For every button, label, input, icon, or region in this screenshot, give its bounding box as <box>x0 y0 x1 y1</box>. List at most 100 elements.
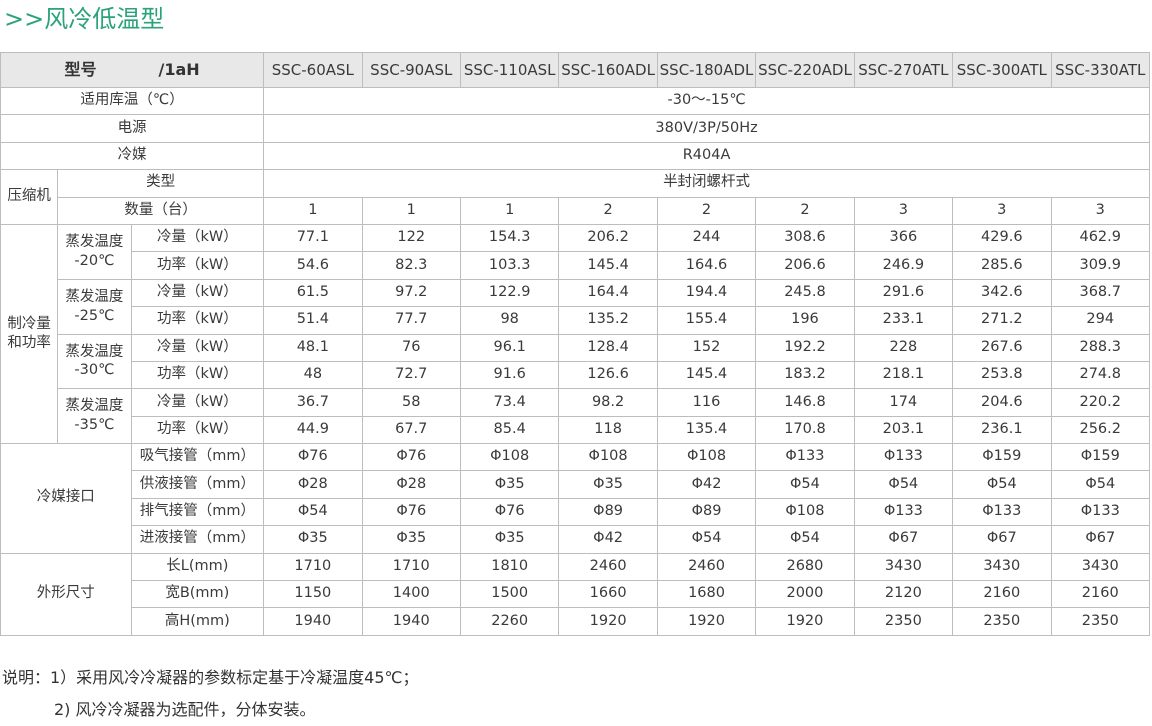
table-cell: 103.3 <box>459 251 560 280</box>
table-cell: 3430 <box>952 552 1052 582</box>
model-name: SSC-90ASL <box>361 52 461 88</box>
group-label-compressor: 压缩机 <box>0 169 59 225</box>
model-name: SSC-220ADL <box>755 52 855 88</box>
spec-table: 型号/1aH SSC-60ASL SSC-90ASL SSC-110ASL SS… <box>0 52 1150 636</box>
table-cell: Φ54 <box>656 525 757 554</box>
table-cell: 203.1 <box>853 415 954 445</box>
capacity-cool-row: 蒸发温度 -25℃ 冷量（kW） 61.5 97.2 122.9 164.4 19… <box>1 278 1150 335</box>
row-label: 类型 <box>57 169 265 198</box>
table-cell: 233.1 <box>853 306 954 335</box>
row-label: 排气接管（mm） <box>130 497 265 527</box>
capacity-power-row: 功率（kW） 51.4 77.7 98 135.2 155.4 196 233.… <box>1 306 1150 335</box>
table-cell: Φ76 <box>361 497 461 527</box>
group-label-capacity: 制冷量和功率 <box>0 223 59 445</box>
model-name: SSC-180ADL <box>656 52 757 88</box>
model-name: SSC-160ADL <box>558 52 658 88</box>
table-cell: 3 <box>853 196 954 225</box>
table-cell: Φ133 <box>853 497 954 527</box>
table-cell: Φ133 <box>1050 497 1150 527</box>
table-cell: 2160 <box>952 580 1052 609</box>
table-cell: Φ133 <box>755 443 855 472</box>
table-cell: 196 <box>755 306 855 335</box>
row-label: 功率（kW） <box>130 360 265 390</box>
table-cell: 194.4 <box>656 278 757 308</box>
table-cell: 146.8 <box>755 388 855 417</box>
table-cell: Φ67 <box>853 525 954 554</box>
model-header-cell: 型号/1aH <box>0 52 265 88</box>
row-label: 长L(mm) <box>130 552 265 582</box>
table-cell: 2 <box>755 196 855 225</box>
table-cell: 135.2 <box>558 306 658 335</box>
table-cell: 308.6 <box>755 223 855 253</box>
table-cell: 164.6 <box>656 251 757 280</box>
table-cell: 76 <box>361 333 461 362</box>
table-cell: 244 <box>656 223 757 253</box>
table-cell: 122 <box>361 223 461 253</box>
table-cell: 36.7 <box>263 388 363 417</box>
table-cell: 152 <box>656 333 757 362</box>
table-cell: Φ67 <box>1050 525 1150 554</box>
table-cell: 135.4 <box>656 415 757 445</box>
table-cell: Φ54 <box>755 525 855 554</box>
evap-temp-line1: 蒸发温度 <box>65 234 124 250</box>
table-cell: 96.1 <box>459 333 560 362</box>
table-cell: 170.8 <box>755 415 855 445</box>
row-label: 宽B(mm) <box>130 580 265 609</box>
table-cell: 3430 <box>1050 552 1150 582</box>
table-cell: 246.9 <box>853 251 954 280</box>
table-cell: Φ42 <box>558 525 658 554</box>
table-cell: Φ54 <box>853 470 954 499</box>
table-cell: Φ54 <box>755 470 855 499</box>
table-cell: 77.1 <box>263 223 363 253</box>
table-cell: 1710 <box>361 552 461 582</box>
model-name: SSC-330ATL <box>1050 52 1150 88</box>
row-label: 高H(mm) <box>130 607 265 636</box>
table-cell: 2350 <box>952 607 1052 636</box>
model-name: SSC-270ATL <box>853 52 954 88</box>
table-cell: Φ89 <box>656 497 757 527</box>
table-cell: 126.6 <box>558 360 658 390</box>
dimension-row: 高H(mm) 1940 1940 2260 1920 1920 1920 235… <box>1 607 1150 636</box>
group-label-connections: 冷媒接口 <box>0 443 132 554</box>
table-cell: 174 <box>853 388 954 417</box>
table-cell: Φ28 <box>263 470 363 499</box>
evap-temp-label: 蒸发温度 -30℃ <box>57 333 132 390</box>
row-value: 半封闭螺杆式 <box>263 169 1150 198</box>
table-cell: 155.4 <box>656 306 757 335</box>
group-label-dimensions: 外形尺寸 <box>0 552 132 636</box>
table-cell: 183.2 <box>755 360 855 390</box>
table-cell: 1680 <box>656 580 757 609</box>
table-cell: 2680 <box>755 552 855 582</box>
row-label: 进液接管（mm） <box>130 525 265 554</box>
dimension-row: 宽B(mm) 1150 1400 1500 1660 1680 2000 212… <box>1 580 1150 609</box>
table-cell: 1 <box>459 196 560 225</box>
table-cell: 220.2 <box>1050 388 1150 417</box>
row-label: 吸气接管（mm） <box>130 443 265 472</box>
row-value: R404A <box>263 141 1150 171</box>
row-label: 冷量（kW） <box>130 388 265 417</box>
table-cell: 1150 <box>263 580 363 609</box>
row-label: 冷量（kW） <box>130 223 265 253</box>
table-cell: 2350 <box>853 607 954 636</box>
table-cell: Φ35 <box>263 525 363 554</box>
connection-row: 冷媒接口 吸气接管（mm） Φ76 Φ76 Φ108 Φ108 Φ108 Φ13… <box>0 443 1150 554</box>
table-cell: 366 <box>853 223 954 253</box>
table-cell: Φ35 <box>459 470 560 499</box>
table-cell: Φ76 <box>459 497 560 527</box>
evap-temp-line2: -25℃ <box>74 307 115 324</box>
table-cell: 128.4 <box>558 333 658 362</box>
model-name: SSC-300ATL <box>952 52 1052 88</box>
table-cell: 253.8 <box>952 360 1052 390</box>
evap-temp-line2: -30℃ <box>74 362 115 379</box>
table-cell: 164.4 <box>558 278 658 308</box>
table-cell: 48 <box>263 360 363 390</box>
table-cell: 116 <box>656 388 757 417</box>
table-cell: 3 <box>952 196 1052 225</box>
table-cell: Φ133 <box>853 443 954 472</box>
table-cell: Φ108 <box>459 443 560 472</box>
notes: 说明：1）采用风冷冷凝器的参数标定基于冷凝温度45℃； 2) 风冷冷凝器为选配件… <box>2 662 419 726</box>
capacity-power-row: 功率（kW） 48 72.7 91.6 126.6 145.4 183.2 21… <box>1 360 1150 390</box>
table-cell: 1940 <box>361 607 461 636</box>
table-cell: 2160 <box>1050 580 1150 609</box>
table-cell: 267.6 <box>952 333 1052 362</box>
